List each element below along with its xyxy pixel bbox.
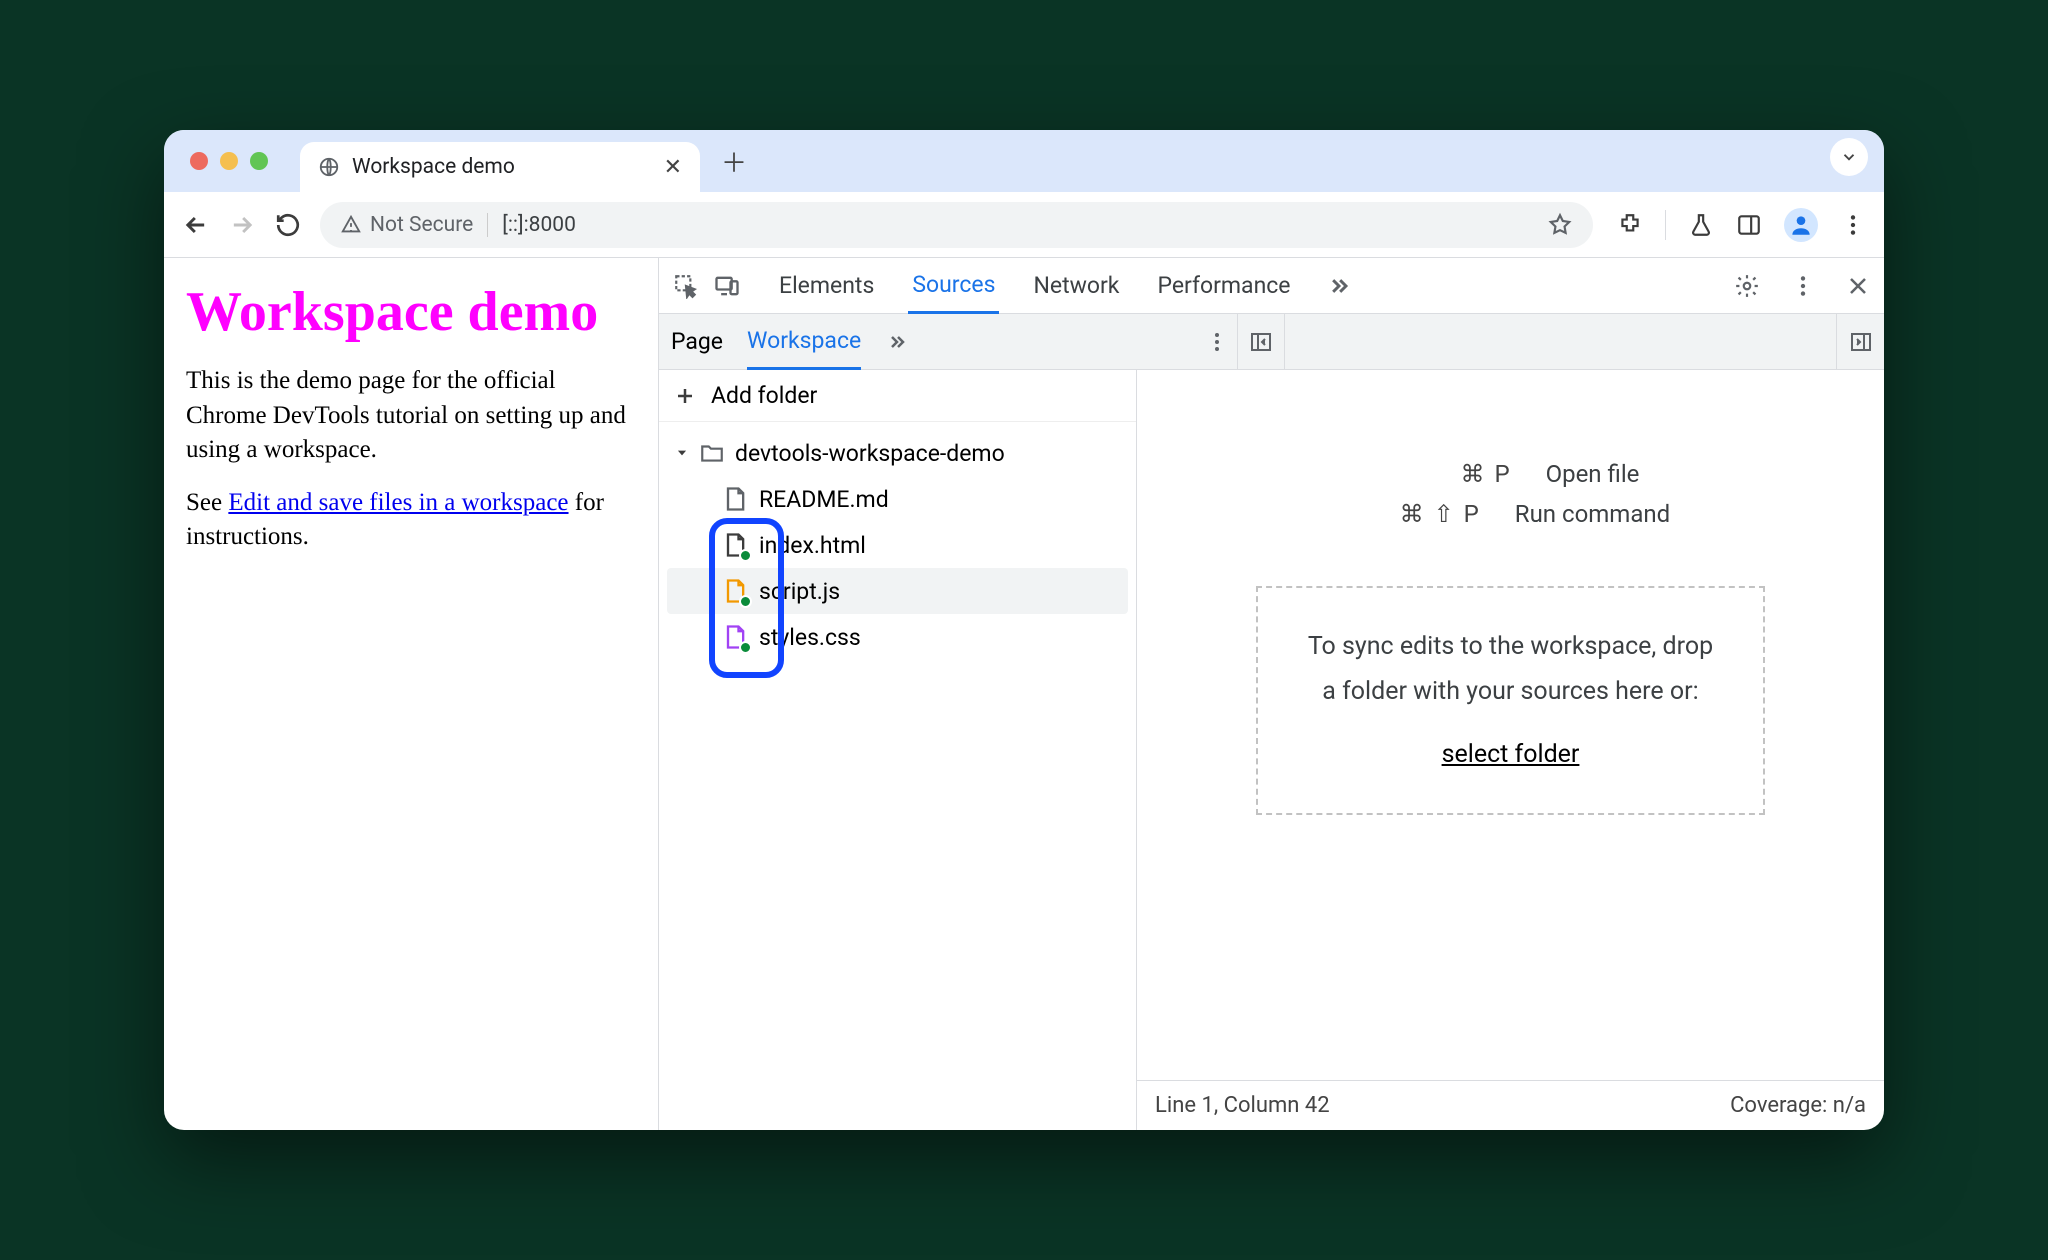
file-name: script.js: [759, 578, 840, 605]
maximize-window-button[interactable]: [250, 152, 268, 170]
globe-icon: [318, 156, 340, 178]
drop-text-2: a folder with your sources here or:: [1308, 669, 1713, 714]
profile-button[interactable]: [1784, 208, 1818, 242]
browser-tab[interactable]: Workspace demo ✕: [300, 142, 700, 192]
close-tab-icon[interactable]: ✕: [664, 155, 682, 180]
tab-elements[interactable]: Elements: [775, 258, 878, 314]
extensions-icon[interactable]: [1617, 212, 1643, 238]
folder-row[interactable]: devtools-workspace-demo: [667, 430, 1128, 476]
add-folder-label: Add folder: [711, 382, 817, 409]
select-folder-link[interactable]: select folder: [1442, 740, 1580, 769]
rendered-page: Workspace demo This is the demo page for…: [164, 258, 658, 1130]
hide-debugger-icon[interactable]: [1836, 314, 1884, 369]
back-button[interactable]: [182, 211, 210, 239]
file-script[interactable]: script.js: [667, 568, 1128, 614]
shortcut-keys: ⌘ P: [1382, 460, 1512, 488]
navigator-menu-icon[interactable]: [1197, 314, 1237, 369]
content-area: Workspace demo This is the demo page for…: [164, 258, 1884, 1130]
devtools-left-tools: [673, 272, 745, 300]
subtabs-overflow-icon[interactable]: [885, 330, 909, 354]
minimize-window-button[interactable]: [220, 152, 238, 170]
sources-subtabs: Page Workspace: [659, 314, 1884, 370]
settings-gear-icon[interactable]: [1734, 273, 1760, 299]
side-panel-icon[interactable]: [1736, 212, 1762, 238]
device-toolbar-icon[interactable]: [713, 272, 741, 300]
separator: [1665, 210, 1666, 240]
workspace-drop-zone[interactable]: To sync edits to the workspace, drop a f…: [1256, 586, 1765, 815]
tab-overflow-button[interactable]: [1830, 138, 1868, 176]
tab-strip: Workspace demo ✕ ＋: [164, 130, 1884, 192]
address-bar[interactable]: Not Secure [::]:8000: [320, 202, 1593, 248]
subtab-workspace[interactable]: Workspace: [747, 314, 861, 370]
editor-placeholder: ⌘ P Open file ⌘ ⇧ P Run command To sync …: [1137, 370, 1884, 1080]
labs-icon[interactable]: [1688, 212, 1714, 238]
file-index[interactable]: index.html: [667, 522, 1128, 568]
file-name: styles.css: [759, 624, 861, 651]
url-text: [::]:8000: [502, 213, 576, 237]
page-paragraph-2: See Edit and save files in a workspace f…: [186, 486, 636, 555]
toolbar-right-icons: [1611, 208, 1866, 242]
devtools-close-icon[interactable]: [1846, 274, 1870, 298]
browser-toolbar: Not Secure [::]:8000: [164, 192, 1884, 258]
file-tree: devtools-workspace-demo README.md index.…: [659, 422, 1136, 668]
devtools-tabstrip: Elements Sources Network Performance: [659, 258, 1884, 314]
page-paragraph-1: This is the demo page for the official C…: [186, 364, 636, 468]
editor-area: ⌘ P Open file ⌘ ⇧ P Run command To sync …: [1137, 370, 1884, 1130]
tab-performance[interactable]: Performance: [1153, 258, 1294, 314]
not-secure-label: Not Secure: [370, 213, 473, 237]
editor-status-bar: Line 1, Column 42 Coverage: n/a: [1137, 1080, 1884, 1130]
workspace-navigator: Add folder devtools-workspace-demo READM…: [659, 370, 1137, 1130]
drop-text-1: To sync edits to the workspace, drop: [1308, 624, 1713, 669]
tab-title: Workspace demo: [352, 155, 515, 179]
folder-name: devtools-workspace-demo: [735, 440, 1005, 467]
shortcut-label: Open file: [1546, 460, 1640, 488]
file-icon: [721, 485, 749, 513]
tab-sources[interactable]: Sources: [908, 258, 999, 314]
file-readme[interactable]: README.md: [667, 476, 1128, 522]
reload-button[interactable]: [274, 211, 302, 239]
subtab-page[interactable]: Page: [671, 314, 723, 370]
hide-navigator-icon[interactable]: [1237, 314, 1285, 369]
page-heading: Workspace demo: [186, 280, 636, 344]
tab-network[interactable]: Network: [1029, 258, 1123, 314]
file-css-icon: [721, 623, 749, 651]
coverage-status: Coverage: n/a: [1730, 1093, 1866, 1118]
file-name: README.md: [759, 486, 889, 513]
add-folder-button[interactable]: Add folder: [659, 370, 1136, 422]
file-name: index.html: [759, 532, 866, 559]
shortcut-label: Run command: [1515, 500, 1670, 528]
para2-prefix: See: [186, 489, 228, 516]
close-window-button[interactable]: [190, 152, 208, 170]
sources-body: Add folder devtools-workspace-demo READM…: [659, 370, 1884, 1130]
workspace-docs-link[interactable]: Edit and save files in a workspace: [228, 489, 568, 516]
browser-window: Workspace demo ✕ ＋ Not Secure [::]:8000: [164, 130, 1884, 1130]
file-js-icon: [721, 577, 749, 605]
shortcut-keys: ⌘ ⇧ P: [1351, 500, 1481, 528]
forward-button[interactable]: [228, 211, 256, 239]
file-styles[interactable]: styles.css: [667, 614, 1128, 660]
window-controls: [180, 152, 290, 170]
cursor-position: Line 1, Column 42: [1155, 1093, 1330, 1118]
new-tab-button[interactable]: ＋: [714, 141, 754, 181]
security-chip[interactable]: Not Secure: [340, 213, 488, 237]
file-html-icon: [721, 531, 749, 559]
devtools-panel: Elements Sources Network Performance Pag…: [658, 258, 1884, 1130]
shortcut-run-command: ⌘ ⇧ P Run command: [1351, 500, 1670, 528]
tabs-overflow-icon[interactable]: [1325, 272, 1353, 300]
bookmark-star-icon[interactable]: [1547, 212, 1573, 238]
overflow-menu-icon[interactable]: [1840, 212, 1866, 238]
devtools-menu-icon[interactable]: [1790, 273, 1816, 299]
inspect-element-icon[interactable]: [673, 273, 699, 299]
shortcut-open-file: ⌘ P Open file: [1382, 460, 1640, 488]
